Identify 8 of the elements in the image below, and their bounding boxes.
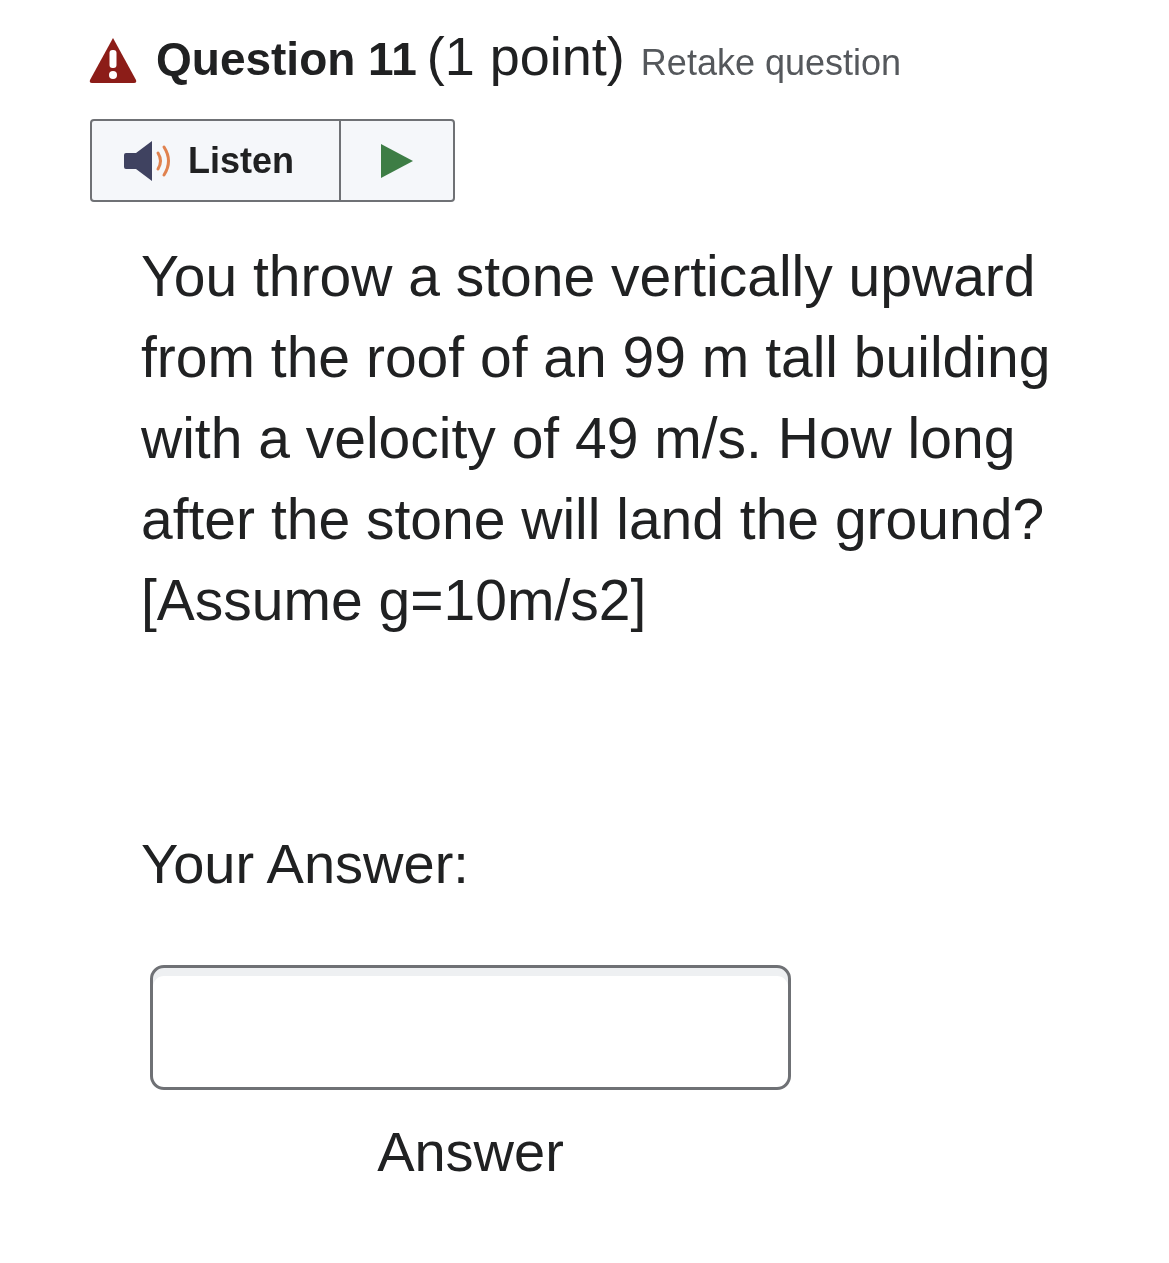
- question-points: (1 point): [426, 26, 625, 86]
- retake-question-link[interactable]: Retake question: [640, 33, 902, 93]
- question-title: Question 11: [156, 32, 417, 87]
- answer-field[interactable]: [150, 965, 791, 1090]
- answer-label: Answer: [377, 1120, 564, 1184]
- question-text: You throw a stone vertically upward from the roof of an 99 m tall building with a velocity of 49 m/s. How long after the stone will land the ground? [Assume g=10m/s2]: [141, 243, 1052, 634]
- answer-heading: Your Answer:: [141, 831, 469, 897]
- play-icon: [381, 143, 413, 178]
